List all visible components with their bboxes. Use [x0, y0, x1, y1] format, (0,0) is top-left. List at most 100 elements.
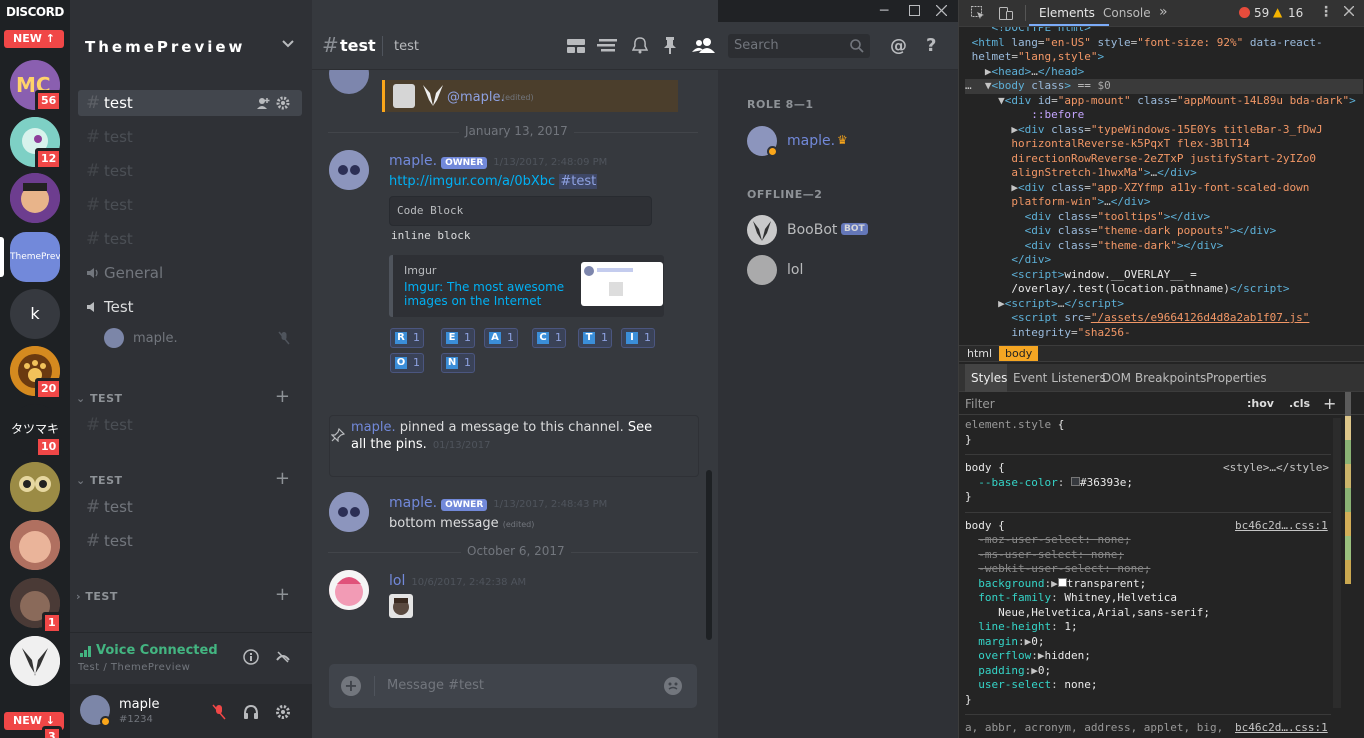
close-window-icon[interactable] — [936, 5, 947, 16]
pin-author[interactable]: maple. — [351, 420, 396, 435]
channel-mention[interactable]: #test — [559, 174, 598, 189]
kebab-menu-icon[interactable]: ⋮ — [1319, 4, 1333, 20]
crumb-body[interactable]: body — [999, 346, 1039, 361]
member-list-icon[interactable] — [692, 37, 716, 53]
guild-icon-themepreview[interactable]: ThemePrevi — [10, 232, 60, 282]
warning-count[interactable]: 16 — [1288, 6, 1303, 20]
message-timestamp: 10/6/2017, 2:42:38 AM — [411, 577, 527, 588]
reaction-button[interactable]: A1 — [484, 328, 518, 348]
device-toolbar-icon[interactable] — [999, 6, 1013, 20]
channel-test-selected[interactable]: # test — [78, 90, 302, 116]
reaction-button[interactable]: C1 — [532, 328, 566, 348]
member-row-lol[interactable]: lol — [747, 255, 937, 287]
close-icon[interactable] — [1344, 6, 1354, 16]
message-author[interactable]: lol — [389, 573, 405, 589]
guild-icon-person[interactable] — [10, 173, 60, 223]
user-mention[interactable]: @maple. — [447, 90, 505, 105]
disconnect-icon[interactable] — [275, 649, 291, 665]
info-icon[interactable] — [243, 649, 259, 665]
guild-header[interactable]: ThemePreview — [70, 22, 312, 70]
reaction-button[interactable]: E1 — [441, 328, 475, 348]
guild-icon-wolf[interactable] — [10, 636, 60, 686]
member-row-boobot[interactable]: BooBot BOT — [747, 215, 937, 247]
channel-test[interactable]: # test — [78, 158, 302, 184]
styles-scrollbar[interactable] — [1333, 418, 1341, 708]
message-input[interactable]: + Message #test — [329, 664, 697, 708]
mentions-at-icon[interactable]: @ — [890, 36, 907, 56]
member-row-maple[interactable]: maple. ♛ — [747, 126, 937, 160]
headphones-icon[interactable] — [243, 704, 259, 720]
embed-thumbnail[interactable] — [581, 262, 663, 306]
style-source[interactable]: <style>…</style> — [1223, 461, 1329, 476]
new-mentions-top-pill[interactable]: NEW ↑ — [4, 30, 64, 48]
add-channel-icon[interactable]: + — [275, 468, 290, 489]
threads-icon[interactable] — [567, 38, 585, 54]
reaction-button[interactable]: O1 — [390, 353, 424, 373]
muted-mic-icon[interactable] — [212, 704, 226, 720]
upload-plus-icon[interactable]: + — [341, 676, 361, 696]
gear-icon[interactable] — [276, 96, 290, 110]
minimize-window-icon[interactable]: ─ — [880, 3, 888, 19]
subtab-properties[interactable]: Properties — [1206, 371, 1267, 385]
voice-status[interactable]: Voice Connected — [96, 643, 218, 658]
guild-icon-k[interactable]: k — [10, 289, 60, 339]
voice-user-row[interactable]: maple. — [104, 328, 312, 350]
embed-title-link[interactable]: Imgur: The most awesome images on the In… — [404, 280, 569, 308]
chat-scrollbar[interactable] — [706, 470, 712, 640]
channel-test-locked[interactable]: # test — [78, 494, 302, 520]
css-source-link[interactable]: bc46c2d….css:1 — [1235, 721, 1328, 736]
subtab-styles[interactable]: Styles — [971, 371, 1007, 385]
css-source-link[interactable]: bc46c2d….css:1 — [1235, 519, 1328, 534]
search-input[interactable]: Search — [728, 34, 870, 58]
message-author[interactable]: maple. — [389, 495, 437, 511]
gear-icon[interactable] — [275, 704, 291, 720]
emoji-picker-icon[interactable] — [663, 676, 683, 696]
avatar[interactable] — [329, 570, 369, 610]
person-avatar-icon — [10, 173, 60, 223]
new-style-rule-icon[interactable]: + — [1323, 394, 1336, 413]
crumb-html[interactable]: html — [967, 347, 992, 360]
category-test-3[interactable]: › TEST — [76, 590, 118, 603]
reaction-count: 1 — [464, 331, 471, 344]
more-tabs-icon[interactable]: » — [1159, 4, 1168, 20]
guild-icon-owl[interactable] — [10, 462, 60, 512]
reaction-button[interactable]: N1 — [441, 353, 475, 373]
category-test-2[interactable]: ⌄ TEST — [76, 474, 123, 487]
avatar[interactable] — [329, 150, 369, 190]
channel-test[interactable]: # test — [78, 192, 302, 218]
reaction-button[interactable]: R1 — [390, 328, 424, 348]
maximize-window-icon[interactable] — [909, 5, 920, 16]
subtab-event-listeners[interactable]: Event Listeners — [1013, 371, 1106, 385]
hov-toggle[interactable]: :hov — [1247, 397, 1274, 410]
mentions-list-icon[interactable] — [597, 39, 617, 53]
message-author[interactable]: maple. — [389, 153, 437, 169]
help-question-icon[interactable]: ? — [926, 35, 936, 56]
error-count[interactable]: 59 — [1254, 6, 1269, 20]
pin-icon[interactable] — [663, 36, 677, 54]
channel-test-locked[interactable]: # test — [78, 528, 302, 554]
styles-filter-input[interactable]: Filter — [965, 397, 995, 411]
voice-channel-test[interactable]: Test — [78, 294, 302, 320]
channel-test[interactable]: # test — [78, 124, 302, 150]
cls-toggle[interactable]: .cls — [1289, 397, 1310, 410]
reaction-button[interactable]: I1 — [621, 328, 655, 348]
add-channel-icon[interactable]: + — [275, 386, 290, 407]
avatar[interactable] — [329, 492, 369, 532]
dom-tree[interactable]: <!DOCTYPE html> <html lang="en-US" style… — [965, 27, 1363, 345]
tab-elements[interactable]: Elements — [1039, 6, 1095, 20]
guild-icon-face[interactable] — [10, 520, 60, 570]
reaction-button[interactable]: T1 — [578, 328, 612, 348]
styles-rules[interactable]: element.style {} body {<style>…</style> -… — [965, 418, 1331, 738]
invite-icon[interactable] — [256, 96, 270, 110]
category-test-1[interactable]: ⌄ TEST — [76, 392, 123, 405]
channel-test[interactable]: # test — [78, 226, 302, 252]
add-channel-icon[interactable]: + — [275, 584, 290, 605]
reaction-emoji: C — [537, 332, 549, 344]
inspect-element-icon[interactable] — [971, 6, 985, 20]
channel-test[interactable]: # test — [78, 412, 302, 438]
voice-channel-general[interactable]: General — [78, 260, 302, 286]
message-link[interactable]: http://imgur.com/a/0bXbc — [389, 174, 555, 189]
subtab-dom-breakpoints[interactable]: DOM Breakpoints — [1102, 371, 1206, 385]
tab-console[interactable]: Console — [1103, 6, 1151, 20]
bell-icon[interactable] — [632, 36, 648, 54]
